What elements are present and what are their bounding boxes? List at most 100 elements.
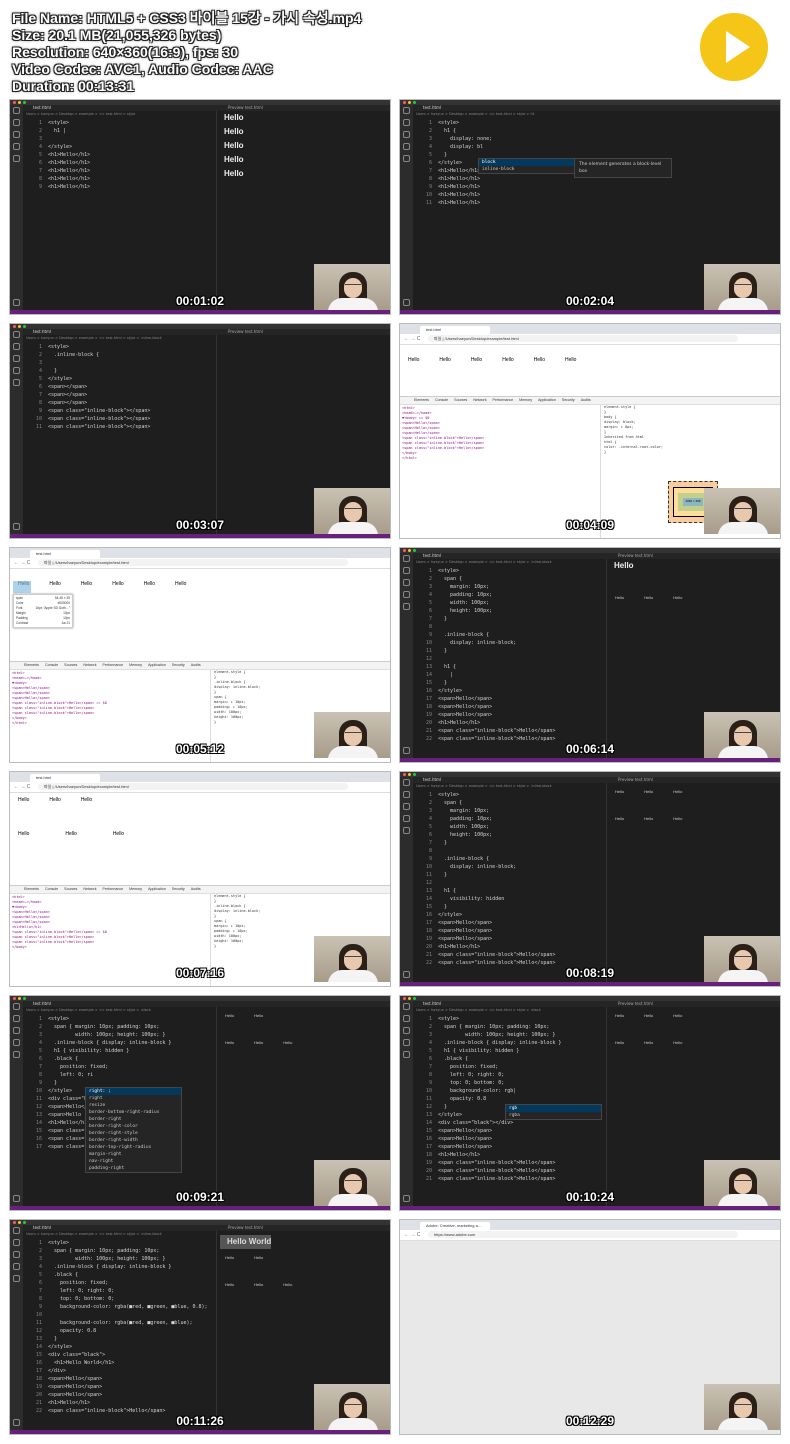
url-field[interactable]: 파일 | /Users/haeyun/Desktop/example/test.… bbox=[38, 559, 348, 566]
autocomplete-item[interactable]: border-right-color bbox=[86, 1123, 181, 1130]
window-control-button[interactable] bbox=[18, 1221, 21, 1224]
video-thumbnail[interactable]: test.html Preview test.html Users > haeyun… bbox=[400, 772, 780, 986]
breadcrumb[interactable]: Users > haeyun > Desktop > example > <> … bbox=[416, 112, 535, 116]
devtools-tab[interactable]: Audits bbox=[191, 662, 201, 669]
devtools-tab[interactable]: Sources bbox=[64, 886, 77, 893]
explorer-icon[interactable] bbox=[13, 107, 20, 114]
video-thumbnail[interactable]: Adobe: Creative, marketing a… ← → C https:… bbox=[400, 1220, 780, 1434]
explorer-icon[interactable] bbox=[13, 1227, 20, 1234]
source-control-icon[interactable] bbox=[13, 131, 20, 138]
devtools-tab[interactable]: Network bbox=[83, 886, 96, 893]
autocomplete-item[interactable]: right bbox=[86, 1095, 181, 1102]
autocomplete-item[interactable]: nav-right bbox=[86, 1158, 181, 1165]
window-control-button[interactable] bbox=[18, 101, 21, 104]
browser-tab[interactable]: Adobe: Creative, marketing a… bbox=[420, 1222, 490, 1230]
editor-tab[interactable]: test.html bbox=[423, 553, 441, 559]
window-control-button[interactable] bbox=[18, 325, 21, 328]
devtools-tab[interactable]: Audits bbox=[191, 886, 201, 893]
search-icon[interactable] bbox=[403, 1015, 410, 1022]
browser-tab[interactable]: test.html bbox=[30, 550, 100, 558]
devtools-tab[interactable]: Audits bbox=[581, 397, 591, 404]
elements-tree[interactable]: <html> <head>…</head> ▼<body> <span>Hell… bbox=[12, 671, 207, 726]
video-thumbnail[interactable]: test.html ← → C 파일 | /Users/haeyun/Desktop… bbox=[10, 548, 390, 762]
window-control-button[interactable] bbox=[408, 101, 411, 104]
search-icon[interactable] bbox=[13, 119, 20, 126]
window-control-button[interactable] bbox=[13, 325, 16, 328]
nav-buttons-icon[interactable]: ← → C bbox=[14, 784, 30, 790]
dom-node[interactable]: </html> bbox=[402, 456, 597, 461]
source-control-icon[interactable] bbox=[403, 803, 410, 810]
autocomplete-item[interactable]: margin-right bbox=[86, 1151, 181, 1158]
source-control-icon[interactable] bbox=[403, 1027, 410, 1034]
elements-tree[interactable]: <html> <head>…</head> ▼<body> == $0 <spa… bbox=[402, 406, 597, 461]
explorer-icon[interactable] bbox=[403, 555, 410, 562]
code-editor[interactable]: 1 <style> 2 span { margin: 10px; padding: … bbox=[416, 1015, 561, 1183]
window-control-button[interactable] bbox=[408, 549, 411, 552]
window-control-button[interactable] bbox=[13, 101, 16, 104]
devtools-tab[interactable]: Memory bbox=[129, 662, 142, 669]
window-control-button[interactable] bbox=[13, 997, 16, 1000]
devtools-tab[interactable]: Memory bbox=[519, 397, 532, 404]
breadcrumb[interactable]: Users > haeyun > Desktop > example > <> … bbox=[26, 1232, 162, 1236]
editor-tab[interactable]: test.html bbox=[423, 105, 441, 111]
autocomplete-item[interactable]: border-bottom-right-radius bbox=[86, 1109, 181, 1116]
window-control-button[interactable] bbox=[413, 101, 416, 104]
editor-tab[interactable]: test.html bbox=[33, 1225, 51, 1231]
video-thumbnail[interactable]: test.html Users > haeyun > Desktop > exam… bbox=[400, 100, 780, 314]
editor-tab[interactable]: test.html bbox=[33, 105, 51, 111]
explorer-icon[interactable] bbox=[403, 107, 410, 114]
autocomplete-item[interactable]: resize bbox=[86, 1102, 181, 1109]
devtools-tab[interactable]: Console bbox=[45, 886, 58, 893]
url-field[interactable]: 파일 | /Users/haeyun/Desktop/example/test.… bbox=[38, 783, 348, 790]
search-icon[interactable] bbox=[403, 119, 410, 126]
source-control-icon[interactable] bbox=[403, 579, 410, 586]
devtools-tab[interactable]: Security bbox=[172, 886, 185, 893]
window-control-button[interactable] bbox=[408, 773, 411, 776]
nav-buttons-icon[interactable]: ← → C bbox=[404, 1232, 420, 1238]
source-control-icon[interactable] bbox=[13, 1027, 20, 1034]
debug-icon[interactable] bbox=[13, 1263, 20, 1270]
devtools-tab[interactable]: Performance bbox=[493, 397, 514, 404]
breadcrumb[interactable]: Users > haeyun > Desktop > example > <> … bbox=[26, 336, 162, 340]
search-icon[interactable] bbox=[403, 791, 410, 798]
source-control-icon[interactable] bbox=[13, 355, 20, 362]
devtools-tab[interactable]: Elements bbox=[24, 662, 39, 669]
breadcrumb[interactable]: Users > haeyun > Desktop > example > <> … bbox=[416, 560, 552, 564]
source-control-icon[interactable] bbox=[403, 131, 410, 138]
devtools-tab[interactable]: Console bbox=[45, 662, 58, 669]
devtools-tab[interactable]: Sources bbox=[64, 662, 77, 669]
extensions-icon[interactable] bbox=[403, 155, 410, 162]
debug-icon[interactable] bbox=[13, 143, 20, 150]
code-editor[interactable]: 1 <style> 2 .inline-block {3 4 } 5 </style> 6 <… bbox=[26, 343, 150, 431]
window-control-button[interactable] bbox=[23, 1221, 26, 1224]
code-editor[interactable]: 1 <style> 2 span {3 margin: 10px; 4 padding… bbox=[416, 567, 555, 743]
explorer-icon[interactable] bbox=[13, 1003, 20, 1010]
autocomplete-item[interactable]: rgba bbox=[506, 1112, 601, 1119]
search-icon[interactable] bbox=[13, 1015, 20, 1022]
window-control-button[interactable] bbox=[403, 101, 406, 104]
devtools-tab[interactable]: Security bbox=[562, 397, 575, 404]
url-field[interactable]: 파일 | /Users/haeyun/Desktop/example/test.… bbox=[428, 335, 738, 342]
explorer-icon[interactable] bbox=[403, 779, 410, 786]
window-control-button[interactable] bbox=[23, 101, 26, 104]
autocomplete-item[interactable]: border-right bbox=[86, 1116, 181, 1123]
extensions-icon[interactable] bbox=[403, 1051, 410, 1058]
extensions-icon[interactable] bbox=[13, 379, 20, 386]
window-control-button[interactable] bbox=[18, 997, 21, 1000]
extensions-icon[interactable] bbox=[13, 155, 20, 162]
browser-tab[interactable]: test.html bbox=[30, 774, 100, 782]
editor-tab[interactable]: test.html bbox=[33, 329, 51, 335]
editor-tab[interactable]: test.html bbox=[33, 1001, 51, 1007]
window-control-button[interactable] bbox=[413, 773, 416, 776]
autocomplete-list[interactable]: block inline-block bbox=[478, 158, 575, 174]
nav-buttons-icon[interactable]: ← → C bbox=[14, 560, 30, 566]
video-thumbnail[interactable]: test.html ← → C 파일 | /Users/haeyun/Desktop… bbox=[400, 324, 780, 538]
code-editor[interactable]: 1 <style> 2 span { margin: 10px; padding: … bbox=[26, 1239, 208, 1415]
extensions-icon[interactable] bbox=[403, 827, 410, 834]
window-control-button[interactable] bbox=[23, 325, 26, 328]
devtools-tab[interactable]: Performance bbox=[103, 886, 124, 893]
code-editor[interactable]: 1 <style> 2 h1 | 3 4 </style> 5 <h1>Hello</h1> 6… bbox=[26, 119, 90, 191]
autocomplete-list[interactable]: rgb rgba bbox=[505, 1104, 602, 1120]
code-editor[interactable]: 1 <style> 2 span {3 margin: 10px; 4 padding… bbox=[416, 791, 555, 967]
extensions-icon[interactable] bbox=[13, 1051, 20, 1058]
